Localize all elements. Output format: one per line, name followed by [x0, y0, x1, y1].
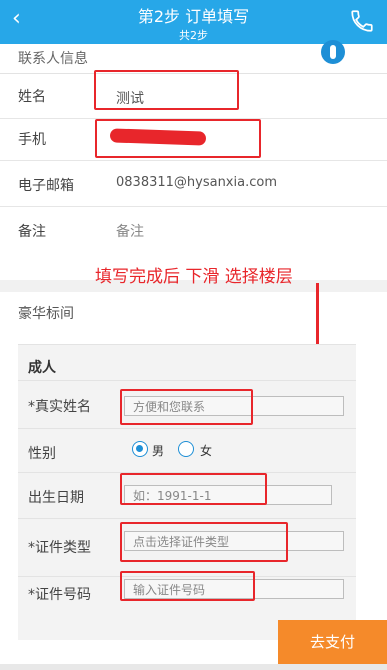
gender-female-label: 女 [200, 444, 213, 458]
id-number-label: *证件号码 [28, 587, 91, 603]
email-label: 电子邮箱 [18, 178, 74, 194]
phone-icon[interactable] [349, 8, 375, 34]
top-bar: ‹ 第2步 订单填写 共2步 [0, 0, 387, 44]
room-type-title: 豪华标间 [18, 306, 74, 322]
bottom-strip [0, 664, 387, 670]
highlight-box [95, 119, 261, 158]
id-type-label: *证件类型 [28, 540, 91, 556]
contact-book-icon[interactable] [321, 40, 345, 64]
real-name-label: *真实姓名 [28, 399, 91, 415]
name-label: 姓名 [18, 89, 46, 105]
email-input[interactable]: 0838311@hysanxia.com [116, 175, 277, 190]
phone-label: 手机 [18, 132, 46, 148]
contact-section-label: 联系人信息 [18, 51, 88, 67]
gender-row: 性别 男 女 [18, 429, 356, 473]
highlight-box [120, 571, 255, 601]
pay-button[interactable]: 去支付 [278, 620, 387, 664]
highlight-box [120, 522, 288, 562]
email-row[interactable]: 电子邮箱 0838311@hysanxia.com [0, 161, 387, 207]
gender-male-label: 男 [152, 444, 165, 458]
birthday-label: 出生日期 [28, 490, 84, 506]
highlight-box [120, 389, 253, 425]
gender-male-radio[interactable] [132, 441, 148, 457]
guest-type-row: 成人 [18, 345, 356, 381]
annotation-text: 填写完成后 下滑 选择楼层 [95, 267, 293, 287]
gender-label: 性别 [28, 446, 56, 462]
remark-input[interactable]: 备注 [116, 221, 144, 241]
gender-female-radio[interactable] [178, 441, 194, 457]
page-title: 第2步 订单填写 [137, 7, 250, 26]
highlight-box [94, 70, 239, 110]
guest-type-label: 成人 [28, 360, 56, 376]
remark-label: 备注 [18, 224, 46, 240]
highlight-box [120, 473, 267, 505]
